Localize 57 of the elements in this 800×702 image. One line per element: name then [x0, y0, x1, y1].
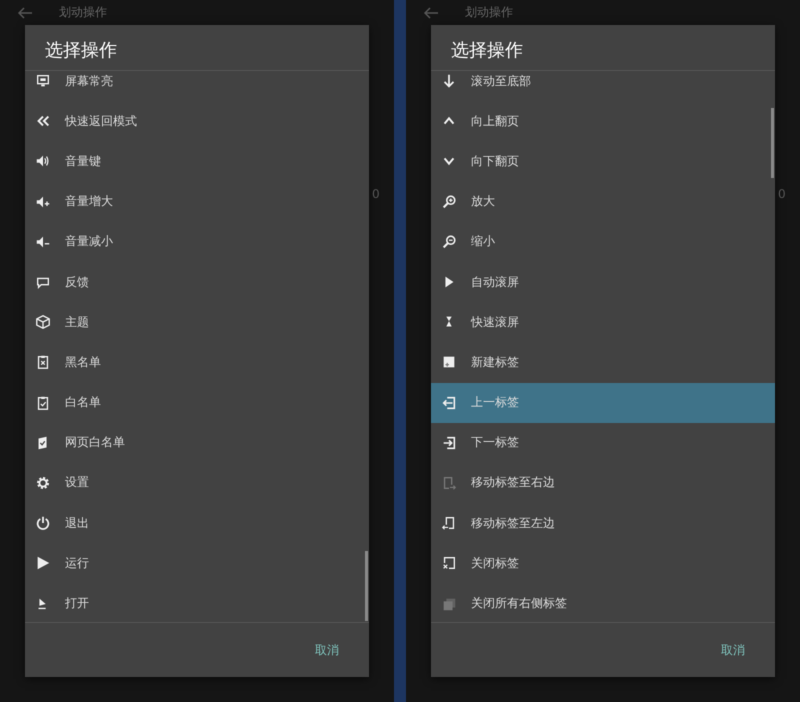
screen-title: 划动操作: [465, 4, 513, 21]
action-item[interactable]: 放大: [431, 182, 775, 222]
action-item[interactable]: 网页白名单: [25, 422, 369, 463]
tab-close-icon: [441, 555, 457, 572]
enter-arrow-icon: [441, 434, 457, 451]
action-item[interactable]: 快速滚屏: [431, 302, 775, 342]
screen-title: 划动操作: [59, 4, 107, 21]
back-arrow-icon[interactable]: [17, 6, 33, 18]
action-item[interactable]: 白名单: [25, 382, 369, 423]
action-item[interactable]: 关闭所有右侧标签: [431, 583, 775, 622]
action-item[interactable]: 反馈: [25, 262, 369, 302]
action-item[interactable]: 黑名单: [25, 342, 369, 382]
setting-value: 0: [777, 186, 787, 203]
dialog-title: 选择操作: [25, 25, 369, 71]
tab-right-icon: [441, 474, 457, 491]
setting-value: 0: [371, 186, 381, 203]
zoom-out-icon: [441, 234, 457, 250]
zoom-in-icon: [441, 194, 457, 210]
action-item[interactable]: 自动滚屏: [431, 262, 775, 302]
scrollbar[interactable]: [365, 551, 368, 621]
action-item[interactable]: 音量键: [25, 141, 369, 182]
action-item[interactable]: 音量增大: [25, 182, 369, 222]
action-item[interactable]: 音量减小: [25, 222, 369, 262]
new-tab-icon: [441, 354, 457, 370]
action-item[interactable]: 打开: [25, 583, 369, 622]
action-item[interactable]: 运行: [25, 543, 369, 584]
dialog-title: 选择操作: [431, 25, 775, 71]
tabs-stack-icon: [441, 596, 457, 612]
action-item[interactable]: 下一标签: [431, 422, 775, 463]
monitor-icon: [35, 73, 51, 90]
exit-arrow-icon: [441, 394, 457, 411]
tab-left-icon: [441, 515, 457, 532]
action-item[interactable]: 主题: [25, 302, 369, 342]
play-icon: [35, 555, 51, 572]
back-arrow-icon[interactable]: [423, 6, 439, 18]
power-icon: [35, 515, 51, 532]
action-item[interactable]: 滚动至底部: [431, 71, 775, 102]
arrow-down-icon: [441, 73, 457, 90]
action-item[interactable]: 移动标签至右边: [431, 462, 775, 504]
clipboard-x-icon: [35, 354, 51, 370]
cancel-button[interactable]: 取消: [311, 638, 343, 662]
action-item[interactable]: 屏幕常亮: [25, 71, 369, 102]
action-item[interactable]: 设置: [25, 462, 369, 504]
action-item[interactable]: 关闭标签: [431, 543, 775, 584]
action-item[interactable]: 快速返回模式: [25, 101, 369, 142]
action-item[interactable]: 新建标签: [431, 342, 775, 382]
scrollbar[interactable]: [771, 108, 774, 178]
action-item[interactable]: 退出: [25, 503, 369, 544]
cube-icon: [35, 314, 51, 330]
action-item[interactable]: 缩小: [431, 222, 775, 262]
action-item[interactable]: 向上翻页: [431, 101, 775, 142]
settings-icon: [35, 474, 51, 491]
action-item[interactable]: 向下翻页: [431, 141, 775, 182]
action-item[interactable]: 移动标签至左边: [431, 503, 775, 544]
action-item[interactable]: 上一标签: [431, 382, 775, 423]
clipboard-check-icon: [35, 394, 51, 411]
cancel-button[interactable]: 取消: [717, 638, 749, 662]
